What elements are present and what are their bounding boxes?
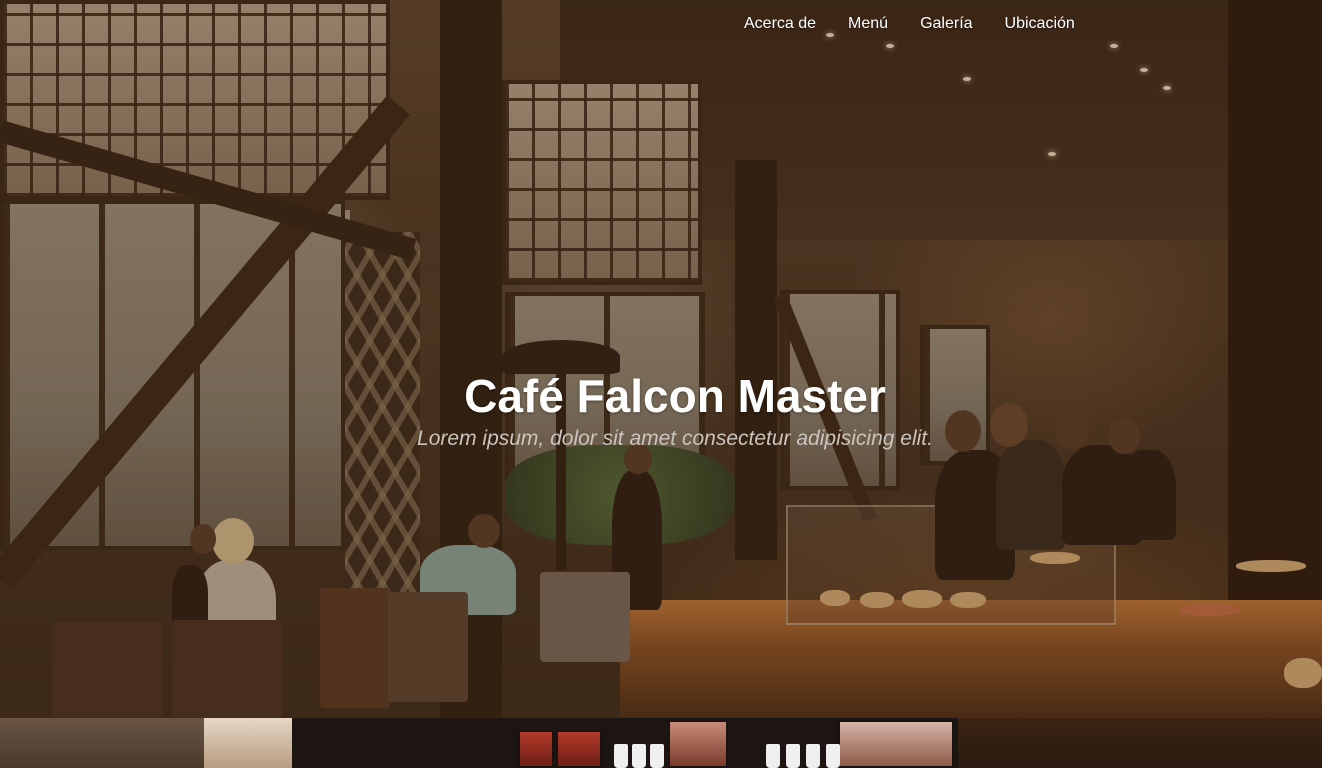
gallery-image bbox=[0, 718, 204, 768]
cup bbox=[632, 744, 646, 768]
hero-subtitle: Lorem ipsum, dolor sit amet consectetur … bbox=[417, 427, 933, 450]
menu-board bbox=[668, 720, 728, 768]
hero-section: Acerca de Menú Galería Ubicación Café Fa… bbox=[0, 0, 1322, 718]
menu-board bbox=[556, 730, 602, 768]
nav-link-acerca-de[interactable]: Acerca de bbox=[744, 14, 816, 34]
cup bbox=[806, 744, 820, 768]
cup bbox=[650, 744, 664, 768]
cup bbox=[826, 744, 840, 768]
main-nav: Acerca de Menú Galería Ubicación bbox=[744, 14, 1075, 34]
menu-board bbox=[518, 730, 554, 768]
hero-overlay bbox=[0, 0, 1322, 718]
gallery-image bbox=[958, 718, 1322, 768]
gallery-image bbox=[292, 718, 958, 768]
cup bbox=[614, 744, 628, 768]
nav-link-menu[interactable]: Menú bbox=[848, 14, 888, 34]
hero-title: Café Falcon Master bbox=[464, 370, 886, 422]
gallery-image bbox=[204, 718, 292, 768]
cup bbox=[786, 744, 800, 768]
nav-link-ubicacion[interactable]: Ubicación bbox=[1005, 14, 1075, 34]
menu-board bbox=[838, 720, 954, 768]
cup bbox=[766, 744, 780, 768]
gallery-preview-strip bbox=[0, 718, 1322, 768]
nav-link-galeria[interactable]: Galería bbox=[920, 14, 972, 34]
